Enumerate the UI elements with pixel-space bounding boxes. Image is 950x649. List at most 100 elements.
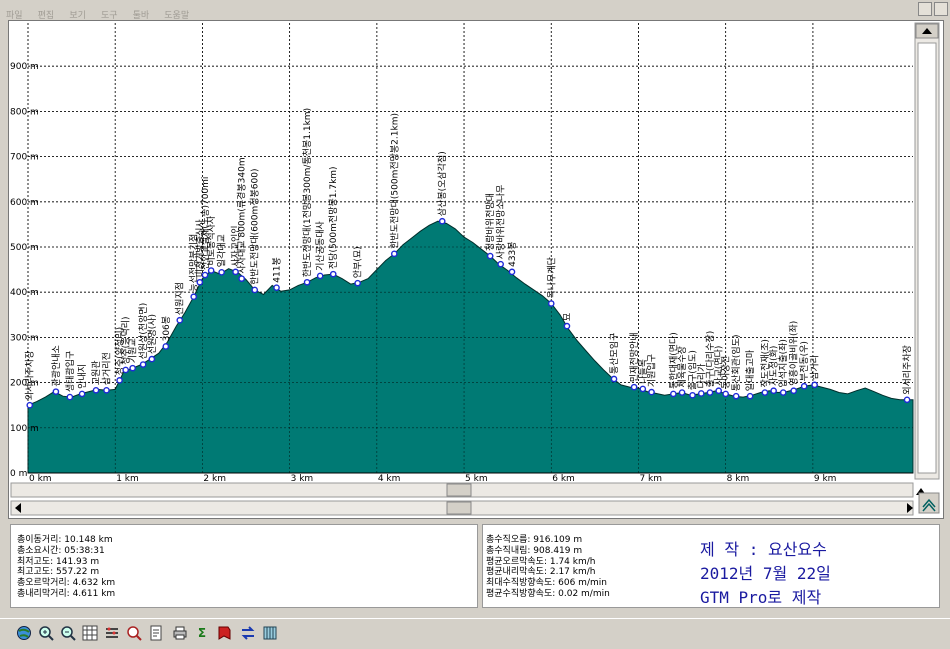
waypoint-marker bbox=[610, 375, 618, 383]
swap-icon[interactable] bbox=[238, 623, 258, 643]
waypoint-marker bbox=[273, 284, 280, 291]
waypoint-marker bbox=[162, 343, 170, 350]
waypoint-marker bbox=[689, 391, 696, 399]
document-icon[interactable] bbox=[146, 623, 166, 643]
waypoint-label: 옥나무계단 bbox=[545, 257, 557, 298]
waypoint-marker bbox=[438, 217, 446, 225]
find-icon[interactable] bbox=[124, 623, 144, 643]
waypoint-label: 사랑바위전망소나무 bbox=[495, 185, 507, 260]
waypoint-label: 부전동(우) bbox=[799, 341, 810, 381]
waypoint-label: 사자대교 800m(류경봉340m bbox=[236, 157, 248, 273]
zoom-in-icon[interactable] bbox=[36, 623, 56, 643]
y-tick-label: 800 m bbox=[10, 107, 39, 117]
minimize-button[interactable] bbox=[918, 2, 932, 16]
stat-total-distance: 총이동거리: 10.148 km bbox=[17, 535, 113, 545]
waypoint-marker bbox=[648, 388, 655, 396]
waypoint-marker bbox=[196, 278, 204, 286]
waypoint-marker bbox=[176, 316, 184, 324]
horizontal-scroll-thumb-top[interactable] bbox=[446, 483, 472, 497]
waypoint-label: 안부(묘) bbox=[353, 246, 364, 278]
elevation-profile-chart: 0 m100 m200 m300 m400 m500 m600 m700 m80… bbox=[10, 22, 940, 516]
sum-icon[interactable]: Σ bbox=[192, 623, 212, 643]
waypoint-marker bbox=[770, 387, 777, 395]
settings-icon[interactable] bbox=[102, 623, 122, 643]
waypoint-marker bbox=[218, 269, 225, 276]
waypoint-label: 삼거리 bbox=[810, 355, 821, 380]
waypoint-label: 체육물수장 bbox=[677, 346, 688, 387]
globe-icon[interactable] bbox=[14, 623, 34, 643]
waypoint-marker bbox=[52, 388, 60, 395]
waypoint-label: 한반도전망대(500m전망봉2.1km) bbox=[389, 113, 400, 249]
stat-downhill-distance: 총내리막거리: 4.611 km bbox=[17, 588, 116, 599]
waypoint-label: 동아장전 bbox=[721, 356, 732, 389]
grid-icon[interactable] bbox=[80, 623, 100, 643]
waypoint-label: 비로봉적사자 bbox=[205, 215, 217, 265]
waypoint-marker bbox=[639, 385, 647, 393]
waypoint-marker bbox=[746, 392, 754, 400]
horizontal-scroll-thumb-bottom[interactable] bbox=[446, 501, 472, 515]
y-tick-label: 900 m bbox=[10, 62, 39, 72]
zoom-out-icon[interactable] bbox=[58, 623, 78, 643]
waypoint-marker bbox=[129, 364, 136, 372]
bottom-toolbar: Σ bbox=[0, 618, 950, 649]
bookmark-icon[interactable] bbox=[214, 623, 234, 643]
elevation-profile-frame: 0 m 100 m 200 m 300 m 400 m 500 m 600 m 700 m 80… bbox=[8, 20, 944, 519]
waypoint-label: 묘 bbox=[563, 313, 573, 321]
waypoint-marker bbox=[103, 386, 110, 394]
waypoint-marker bbox=[800, 382, 808, 390]
waypoint-label: 통산회관(임도) bbox=[730, 334, 742, 391]
waypoint-marker bbox=[779, 389, 787, 396]
waypoint-marker bbox=[92, 386, 100, 394]
waypoint-label: 선원명(사) bbox=[147, 314, 158, 354]
waypoint-marker bbox=[66, 393, 74, 401]
credit-tool: GTM Pro로 제작 bbox=[700, 588, 822, 607]
stat-uphill-distance: 총오르막거리: 4.632 km bbox=[17, 578, 116, 589]
y-tick-label: 0 m bbox=[10, 469, 27, 479]
waypoint-marker bbox=[706, 389, 714, 396]
waypoint-marker bbox=[26, 401, 34, 409]
waypoint-marker bbox=[190, 293, 197, 301]
waypoint-label: 외서리주차장 bbox=[24, 351, 36, 401]
waypoint-marker bbox=[238, 275, 245, 282]
waypoint-marker bbox=[630, 383, 638, 391]
waypoint-marker bbox=[390, 250, 398, 258]
y-tick-label: 500 m bbox=[10, 243, 39, 253]
vertical-scroll-thumb[interactable] bbox=[917, 42, 937, 474]
waypoint-marker bbox=[903, 396, 911, 404]
waypoint-marker bbox=[148, 355, 156, 363]
waypoint-marker bbox=[122, 366, 129, 374]
waypoint-marker bbox=[722, 390, 729, 398]
waypoint-label: 영흥이골비위(좌) bbox=[788, 321, 800, 386]
waypoint-label: 기원입구 bbox=[646, 354, 658, 387]
stat-min-elevation: 최저고도: 141.93 m bbox=[17, 556, 100, 567]
y-tick-label: 600 m bbox=[10, 198, 39, 208]
waypoint-marker bbox=[497, 260, 504, 268]
waypoint-label: 삼산봉(오삼각점) bbox=[436, 151, 448, 216]
stat-max-elevation: 최고고도: 557.22 m bbox=[17, 567, 100, 578]
waypoint-marker bbox=[547, 300, 555, 307]
waypoint-marker bbox=[697, 390, 705, 397]
waypoint-marker bbox=[761, 389, 769, 396]
close-button[interactable] bbox=[934, 2, 948, 16]
waypoint-label: 전당(500m전망봉1.7km) bbox=[328, 166, 339, 269]
waypoint-marker bbox=[670, 390, 677, 398]
waypoint-marker bbox=[563, 322, 571, 330]
waypoint-label: 외서리주차장 bbox=[901, 345, 913, 395]
stat-total-time: 총소요시간: 05:38:31 bbox=[17, 545, 105, 556]
print-icon[interactable] bbox=[170, 623, 190, 643]
waypoint-marker bbox=[303, 278, 311, 286]
waypoint-marker bbox=[811, 381, 818, 389]
waypoint-marker bbox=[232, 268, 239, 276]
waypoint-marker bbox=[329, 270, 337, 278]
waypoint-label: 411봉 bbox=[272, 257, 283, 282]
waypoint-marker bbox=[486, 252, 494, 260]
export-icon[interactable] bbox=[260, 623, 280, 643]
stats-panel-left: 총이동거리: 10.148 km 총소요시간: 05:38:31 최저고도: 1… bbox=[10, 524, 478, 608]
waypoint-label: 통산모임구 bbox=[608, 333, 620, 374]
waypoint-label: 306봉 bbox=[161, 316, 172, 341]
waypoint-label: 관광안내소 bbox=[50, 345, 62, 386]
waypoint-label: 청랑바위전망대 bbox=[484, 193, 496, 251]
waypoint-marker bbox=[678, 389, 686, 396]
waypoint-label: 안내지 bbox=[77, 364, 88, 389]
waypoint-label: 생태광입구 bbox=[64, 351, 76, 392]
